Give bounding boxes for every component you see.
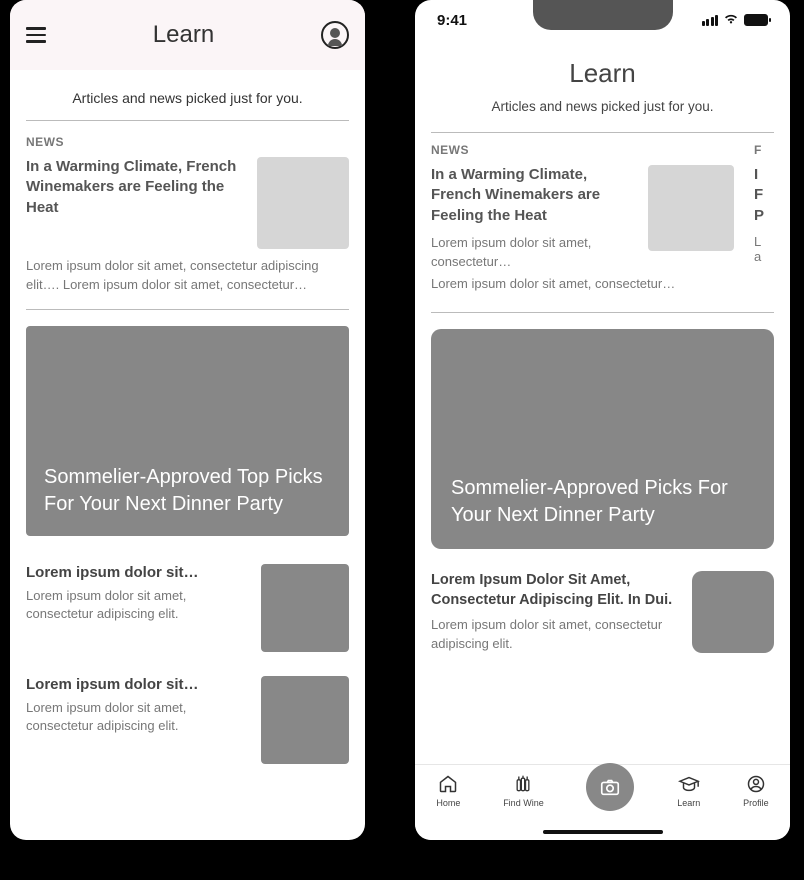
phone-notch xyxy=(533,0,673,30)
tab-label: Find Wine xyxy=(503,798,544,808)
hero-card[interactable]: Sommelier-Approved Top Picks For Your Ne… xyxy=(26,326,349,536)
phone-mockup-right: 9:41 Learn Articles and news picked just… xyxy=(415,0,790,840)
hero-card[interactable]: Sommelier-Approved Picks For Your Next D… xyxy=(431,329,774,549)
news-title: In a Warming Climate, French Winemakers … xyxy=(26,157,245,218)
hamburger-icon[interactable] xyxy=(26,27,46,43)
list-item-desc: Lorem ipsum dolor sit amet, consectetur … xyxy=(26,699,249,735)
divider xyxy=(431,312,774,313)
status-time: 9:41 xyxy=(437,12,467,29)
divider xyxy=(26,309,349,310)
news-desc-peek: L a xyxy=(754,234,790,264)
section-label-news: NEWS xyxy=(10,121,365,157)
camera-button[interactable] xyxy=(586,763,634,811)
page-title: Learn xyxy=(415,58,790,89)
hero-title: Sommelier-Approved Top Picks For Your Ne… xyxy=(44,464,331,518)
tab-learn[interactable]: Learn xyxy=(677,773,700,808)
subtitle: Articles and news picked just for you. xyxy=(10,70,365,120)
topbar: Learn xyxy=(10,0,365,70)
list-item-desc: Lorem ipsum dolor sit amet, consectetur … xyxy=(26,587,249,623)
news-carousel[interactable]: NEWS In a Warming Climate, French Winema… xyxy=(415,137,790,308)
bottles-icon xyxy=(513,773,533,795)
news-thumbnail xyxy=(257,157,349,249)
profile-icon[interactable] xyxy=(321,21,349,49)
list-item-title: Lorem Ipsum Dolor Sit Amet, Consectetur … xyxy=(431,571,678,610)
list-thumbnail xyxy=(261,676,349,764)
home-indicator[interactable] xyxy=(543,830,663,834)
battery-icon xyxy=(744,14,768,26)
list-thumbnail xyxy=(692,571,774,653)
divider xyxy=(431,132,774,133)
hero-title: Sommelier-Approved Picks For Your Next D… xyxy=(451,475,754,529)
tab-profile[interactable]: Profile xyxy=(743,773,769,808)
news-article[interactable]: In a Warming Climate, French Winemakers … xyxy=(10,157,365,309)
list-item-desc: Lorem ipsum dolor sit amet, consectetur … xyxy=(431,616,678,652)
tab-home[interactable]: Home xyxy=(436,773,460,808)
news-title-peek: I F P xyxy=(754,165,790,226)
tab-label: Profile xyxy=(743,798,769,808)
news-thumbnail xyxy=(648,165,734,251)
list-item[interactable]: Lorem ipsum dolor sit… Lorem ipsum dolor… xyxy=(10,552,365,664)
news-title: In a Warming Climate, French Winemakers … xyxy=(431,165,636,226)
news-desc: Lorem ipsum dolor sit amet, consectetur… xyxy=(431,234,636,272)
home-icon xyxy=(438,773,458,795)
news-desc: Lorem ipsum dolor sit amet, consectetur … xyxy=(26,257,349,295)
page-title: Learn xyxy=(153,21,214,49)
tab-bar: Home Find Wine Learn Profile xyxy=(415,764,790,840)
section-label-peek: F xyxy=(754,137,790,165)
news-desc-line2: Lorem ipsum dolor sit amet, consectetur… xyxy=(431,275,734,294)
camera-icon xyxy=(599,776,621,798)
phone-mockup-left: Learn Articles and news picked just for … xyxy=(10,0,365,840)
list-item[interactable]: Lorem ipsum dolor sit… Lorem ipsum dolor… xyxy=(10,664,365,776)
tab-label: Learn xyxy=(677,798,700,808)
list-thumbnail xyxy=(261,564,349,652)
list-item[interactable]: Lorem Ipsum Dolor Sit Amet, Consectetur … xyxy=(415,563,790,653)
tab-find-wine[interactable]: Find Wine xyxy=(503,773,544,808)
news-article-peek[interactable]: F I F P L a xyxy=(750,137,790,308)
section-label-news: NEWS xyxy=(431,137,734,165)
list-item-title: Lorem ipsum dolor sit… xyxy=(26,564,249,581)
tab-label: Home xyxy=(436,798,460,808)
news-article[interactable]: NEWS In a Warming Climate, French Winema… xyxy=(415,137,750,308)
list-item-title: Lorem ipsum dolor sit… xyxy=(26,676,249,693)
graduation-cap-icon xyxy=(678,773,700,795)
cellular-icon xyxy=(702,15,719,26)
subtitle: Articles and news picked just for you. xyxy=(415,99,790,114)
profile-icon xyxy=(746,773,766,795)
wifi-icon xyxy=(723,12,739,28)
